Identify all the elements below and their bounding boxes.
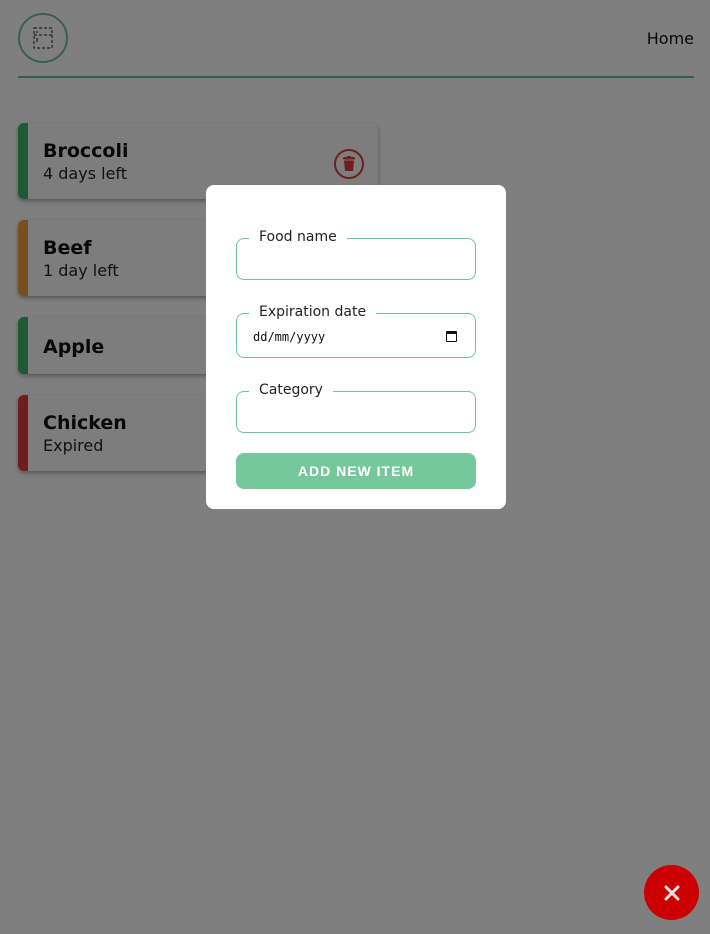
close-icon: [664, 885, 679, 900]
add-new-item-button[interactable]: ADD NEW ITEM: [236, 453, 476, 489]
category-field[interactable]: Category: [236, 382, 476, 433]
page: Home Broccoli 4 days left Beef 1 day lef…: [0, 0, 710, 934]
expiration-date-field[interactable]: Expiration date dd/mm/yyyy: [236, 304, 476, 358]
calendar-icon[interactable]: [446, 331, 457, 342]
category-label: Category: [249, 382, 333, 398]
food-name-label: Food name: [249, 229, 347, 245]
add-item-modal: Food name Expiration date dd/mm/yyyy Cat…: [206, 185, 506, 509]
food-name-field[interactable]: Food name: [236, 229, 476, 280]
close-fab-button[interactable]: [644, 865, 699, 920]
expiration-date-label: Expiration date: [249, 304, 377, 320]
expiration-date-value: dd/mm/yyyy: [253, 330, 326, 344]
